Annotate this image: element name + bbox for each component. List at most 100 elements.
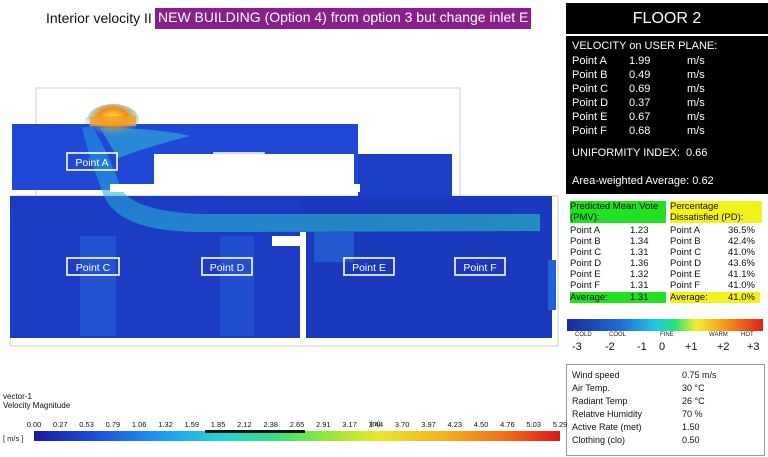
point-d-label: Point D <box>210 262 245 274</box>
scale-word-hot: HOT <box>741 332 754 338</box>
velocity-panel: VELOCITY on USER PLANE: Point A 1.99 m/s… <box>566 36 768 194</box>
legend-tick-label: 5.29 <box>552 420 568 429</box>
pmv-pd-table: Predicted Mean Vote (PMV): Percentage Di… <box>567 198 762 306</box>
point-c-label: Point C <box>76 262 111 274</box>
condition-row: Active Rate (met) 1.50 <box>572 422 762 433</box>
pmv-average-value: 1.31 <box>630 292 649 303</box>
pmv-title: Predicted Mean Vote (PMV): <box>570 201 666 223</box>
pmv-average-label: Average: <box>570 292 666 303</box>
title-highlight: NEW BUILDING (Option 4) from option 3 bu… <box>155 8 532 29</box>
legend-unit: [ m/s ] <box>3 434 24 443</box>
pmv-point: Point F <box>570 280 601 291</box>
pmv-value: 1.34 <box>630 236 649 247</box>
pd-point: Point C <box>670 247 702 258</box>
scale-number: -3 <box>572 341 582 353</box>
area-weighted-average: Area-weighted Average: 0.62 <box>572 175 714 187</box>
comfort-scale-words: COLD COOL FINE WARM HOT <box>567 332 763 340</box>
scale-word-cool: COOL <box>609 332 627 338</box>
corridor-upper-flow <box>358 154 452 196</box>
point-f-label: Point F <box>463 262 496 274</box>
scale-word-cold: COLD <box>575 332 592 338</box>
condition-value: 0.50 <box>682 435 700 445</box>
legend-axis-unit: (m) <box>370 421 381 428</box>
velocity-unit: m/s <box>687 111 705 123</box>
title-bar: Interior velocity II NEW BUILDING (Optio… <box>0 0 566 36</box>
scale-number: 0 <box>659 341 666 353</box>
pd-point: Point F <box>670 280 701 291</box>
point-b-label: Point B <box>222 157 256 169</box>
condition-key: Wind speed <box>572 370 620 380</box>
legend-tick-label: 1.85 <box>210 420 226 429</box>
legend-tick-label: 0.00 <box>26 420 42 429</box>
velocity-point-label: Point F <box>572 125 607 137</box>
velocity-plot: Point A Point B Point C Point D Point E … <box>0 36 566 388</box>
inlet-e <box>548 260 556 310</box>
legend-tick-label: 3.70 <box>394 420 410 429</box>
legend-tick-label: 4.50 <box>473 420 489 429</box>
velocity-value: 0.37 <box>629 97 651 109</box>
pmv-point: Point B <box>570 236 601 247</box>
pd-value: 43.6% <box>728 258 755 269</box>
pmv-row: Point C 1.31 Point C 41.0% <box>570 247 760 258</box>
pmv-point: Point E <box>570 269 601 280</box>
condition-value: 70 % <box>682 409 703 419</box>
scale-number: +3 <box>747 341 760 353</box>
legend-tick-label: 2.91 <box>315 420 331 429</box>
floor-plan-svg: Point A Point B Point C Point D Point E … <box>0 87 559 347</box>
velocity-value: 0.69 <box>629 83 651 95</box>
velocity-point-label: Point B <box>572 69 608 81</box>
legend-scale-marker <box>205 430 305 433</box>
pmv-row: Point B 1.34 Point B 42.4% <box>570 236 760 247</box>
pmv-point: Point C <box>570 247 602 258</box>
legend-tick-label: 4.76 <box>500 420 515 429</box>
velocity-point-label: Point C <box>572 83 609 95</box>
comfort-scale-bar <box>567 319 763 331</box>
legend-tick-label: 0.53 <box>79 420 94 429</box>
scale-word-fine: FINE <box>660 332 674 338</box>
point-e-label: Point E <box>352 262 386 274</box>
scale-number: -1 <box>637 341 647 353</box>
column-c-flow <box>80 236 116 336</box>
title-prefix: Interior velocity II <box>46 10 152 26</box>
legend-tick-label: 2.38 <box>263 420 278 429</box>
pd-average-value: 41.0% <box>728 292 755 303</box>
condition-key: Radiant Temp <box>572 396 628 406</box>
velocity-row: Point B 0.49 m/s <box>572 69 762 83</box>
condition-row: Wind speed 0.75 m/s <box>572 370 762 381</box>
condition-key: Clothing (clo) <box>572 435 626 445</box>
column-d-flow <box>220 236 254 336</box>
condition-key: Relative Humidity <box>572 409 643 419</box>
pd-point: Point B <box>670 236 701 247</box>
legend-tick-label: 1.06 <box>131 420 147 429</box>
pmv-row: Point A 1.23 Point A 36.5% <box>570 225 760 236</box>
legend-tick-label: 4.23 <box>447 420 463 429</box>
legend-tick-label: 0.27 <box>52 420 68 429</box>
legend-tick-label: 0.79 <box>105 420 121 429</box>
legend-tick-label: 1.59 <box>184 420 200 429</box>
velocity-row: Point E 0.67 m/s <box>572 111 762 125</box>
pmv-point: Point A <box>570 225 601 236</box>
pd-value: 36.5% <box>728 225 755 236</box>
velocity-unit: m/s <box>687 125 705 137</box>
velocity-point-label: Point E <box>572 111 608 123</box>
legend-tick-label: 5.03 <box>526 420 541 429</box>
condition-key: Active Rate (met) <box>572 422 642 432</box>
pmv-value: 1.31 <box>630 280 649 291</box>
condition-value: 1.50 <box>682 422 700 432</box>
legend-tick-label: 3.97 <box>421 420 436 429</box>
velocity-row: Point F 0.68 m/s <box>572 125 762 139</box>
pmv-value: 1.32 <box>630 269 649 280</box>
velocity-value: 0.67 <box>629 111 651 123</box>
conditions-table: Wind speed 0.75 m/s Air Temp. 30 °C Radi… <box>566 364 765 456</box>
pd-point: Point D <box>670 258 702 269</box>
condition-value: 30 °C <box>682 383 705 393</box>
pmv-row: Point F 1.31 Point F 41.0% <box>570 280 760 291</box>
velocity-unit: m/s <box>687 55 705 67</box>
scale-number: -2 <box>605 341 615 353</box>
velocity-point-label: Point A <box>572 55 607 67</box>
uniformity-value: 0.66 <box>686 147 708 159</box>
pmv-value: 1.31 <box>630 247 649 258</box>
pmv-point: Point D <box>570 258 602 269</box>
condition-value: 26 °C <box>682 396 705 406</box>
pd-title: Percentage Dissatisfied (PD): <box>670 201 762 223</box>
